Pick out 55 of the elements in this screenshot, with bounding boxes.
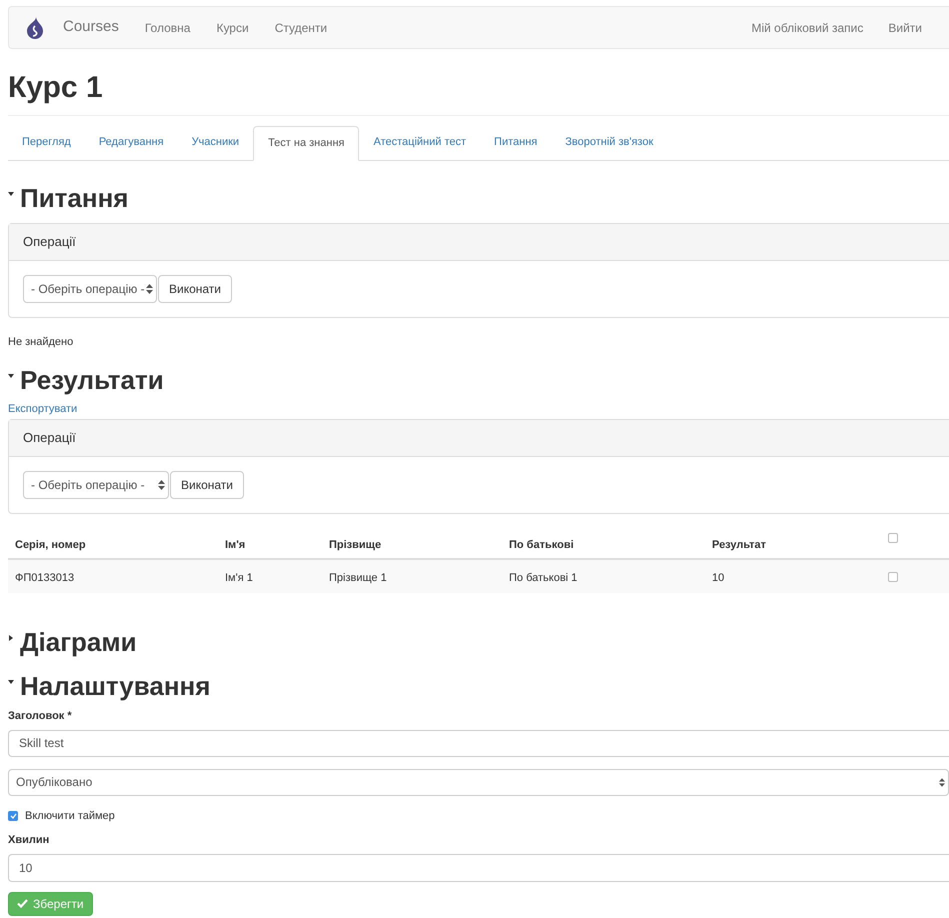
table-cell: 10	[712, 572, 724, 584]
operation-select[interactable]: - Оберіть операцію -	[23, 275, 157, 303]
tab[interactable]: Тест на знання	[253, 126, 360, 161]
execute-button[interactable]: Виконати	[158, 275, 232, 303]
tab[interactable]: Перегляд	[8, 125, 85, 160]
status-select[interactable]: Опубліковано	[8, 768, 949, 796]
column-header: Прізвище	[329, 539, 382, 551]
nav-link[interactable]: Вийти	[888, 18, 922, 36]
tab[interactable]: Питання	[480, 125, 552, 160]
title-input[interactable]: Skill test	[8, 730, 949, 756]
nav-link[interactable]: Курси	[216, 18, 249, 36]
brand-link[interactable]: Courses	[63, 16, 119, 39]
checkmark-icon	[17, 899, 28, 908]
nav-link[interactable]: Головна	[144, 18, 190, 36]
column-header: По батькові	[509, 539, 574, 551]
save-button[interactable]: Зберегти	[8, 892, 93, 916]
column-header: Серія, номер	[15, 539, 86, 551]
caret-down-icon[interactable]	[8, 372, 14, 378]
tab[interactable]: Зворотній зв'язок	[551, 125, 668, 160]
field-label: Хвилин	[8, 833, 50, 848]
field-label: Заголовок *	[8, 709, 73, 724]
checkbox-label[interactable]: Включити таймер	[25, 808, 115, 824]
export-link[interactable]: Експортувати	[8, 400, 78, 417]
table-cell: Прізвище 1	[329, 572, 387, 584]
minutes-input[interactable]: 10	[8, 854, 949, 882]
tab[interactable]: Атестаційний тест	[359, 125, 480, 160]
select-arrows-icon	[158, 480, 165, 490]
table-cell: ФП0133013	[15, 572, 74, 584]
panel-heading: Операції	[23, 233, 76, 252]
table-cell: Ім'я 1	[225, 572, 253, 584]
caret-down-icon[interactable]	[8, 191, 14, 197]
section-heading[interactable]: Налаштування	[20, 673, 210, 699]
panel-heading: Операції	[23, 429, 76, 448]
section-heading[interactable]: Діаграми	[20, 629, 137, 655]
nav-link[interactable]: Мій обліковий запис	[751, 18, 864, 36]
empty-message: Не знайдено	[8, 335, 74, 350]
select-arrows-icon	[146, 284, 153, 294]
execute-button[interactable]: Виконати	[170, 471, 244, 499]
caret-down-icon[interactable]	[8, 679, 14, 685]
section-heading[interactable]: Результати	[20, 366, 164, 392]
drop-logo-icon[interactable]	[25, 16, 45, 38]
column-header: Ім'я	[225, 539, 246, 551]
operation-select[interactable]: - Оберіть операцію -	[23, 471, 169, 499]
select-arrows-icon	[939, 778, 945, 786]
row-checkbox[interactable]	[888, 572, 898, 582]
tab[interactable]: Учасники	[178, 125, 254, 160]
section-heading[interactable]: Питання	[20, 185, 128, 211]
timer-checkbox[interactable]	[8, 810, 18, 821]
nav-link[interactable]: Студенти	[274, 18, 328, 36]
tab[interactable]: Редагування	[84, 125, 178, 160]
caret-right-icon[interactable]	[8, 635, 14, 641]
select-all-checkbox[interactable]	[888, 533, 898, 543]
table-cell: По батькові 1	[509, 572, 578, 584]
column-header: Результат	[712, 539, 766, 551]
page-title: Курс 1	[8, 73, 104, 103]
